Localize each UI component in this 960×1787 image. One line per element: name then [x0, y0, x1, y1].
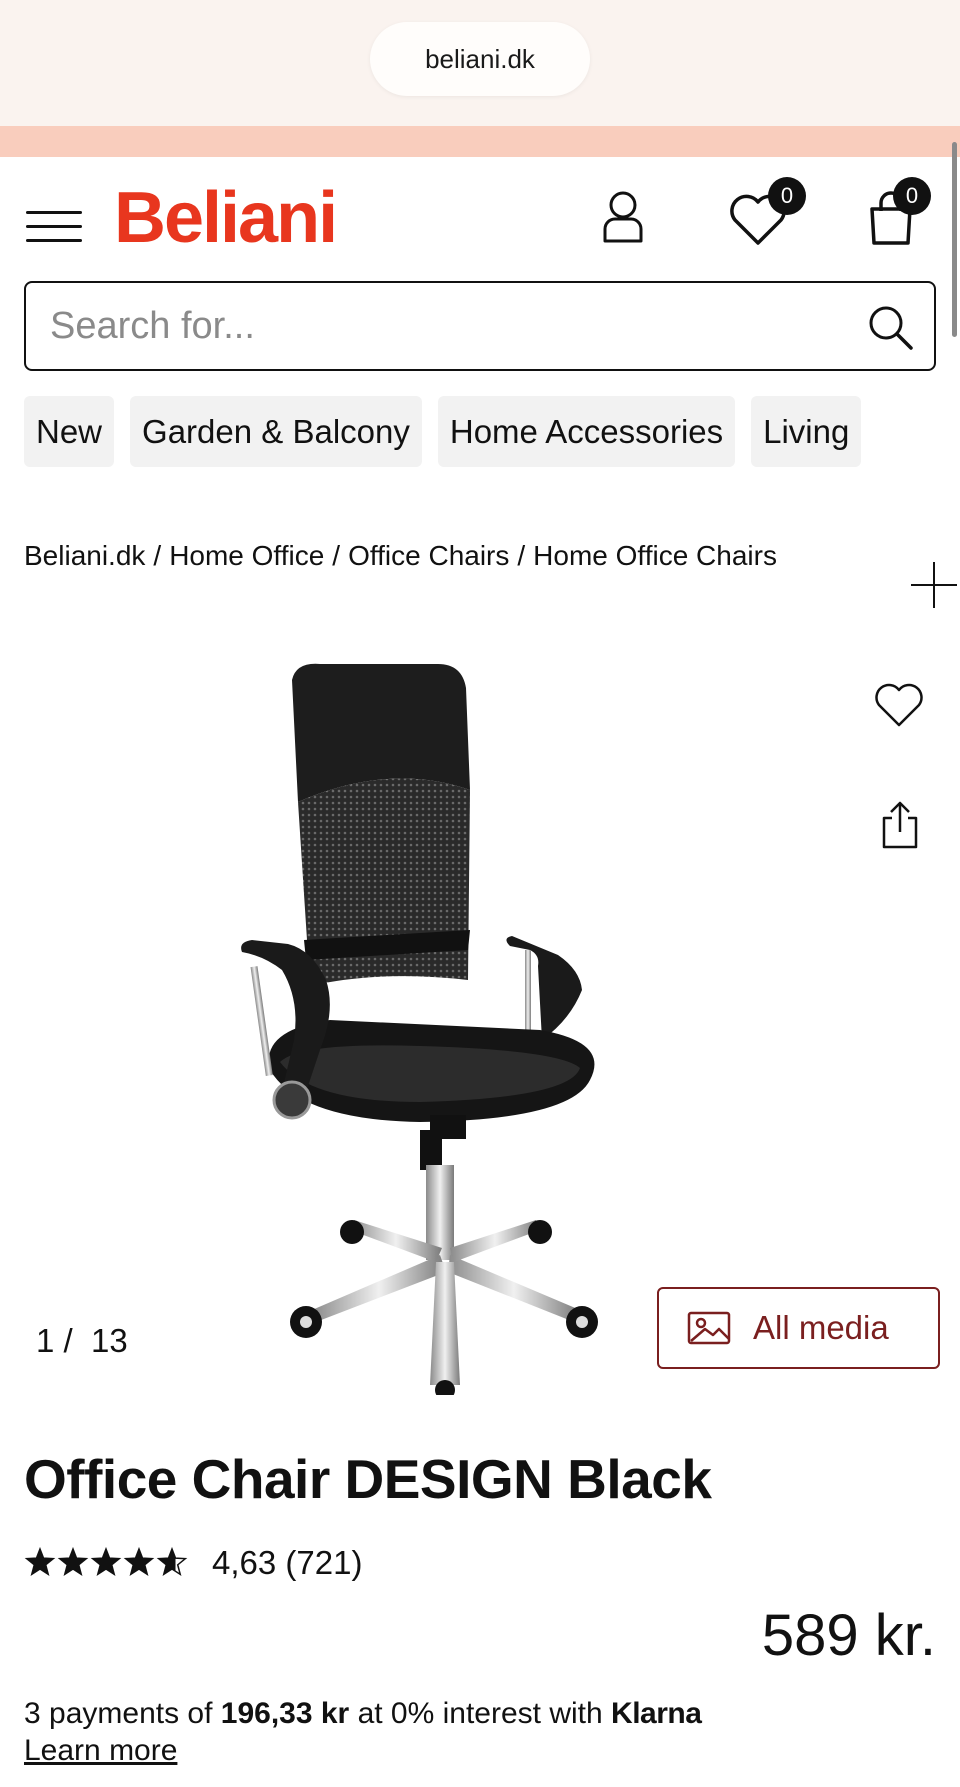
search-input[interactable]: [50, 301, 850, 351]
klarna-amount: 196,33 kr: [220, 1697, 350, 1730]
search-box: [24, 281, 936, 371]
klarna-prefix: 3 payments of: [24, 1697, 221, 1730]
breadcrumb-separator: /: [332, 540, 341, 571]
all-media-button[interactable]: All media: [657, 1287, 940, 1369]
accent-strip: [0, 126, 960, 157]
breadcrumb: Beliani.dk / Home Office / Office Chairs / Hom…: [24, 540, 777, 572]
image-icon: [687, 1311, 731, 1345]
cart-count-badge: 0: [893, 177, 931, 215]
gallery-total: 13: [91, 1322, 128, 1359]
breadcrumb-separator: /: [153, 540, 162, 571]
breadcrumb-separator: /: [517, 540, 526, 571]
gallery-counter: 1 / 13: [36, 1322, 128, 1359]
rating-stars: [24, 1547, 188, 1577]
rating-summary: 4,63 (721): [212, 1544, 362, 1582]
expand-breadcrumb-icon[interactable]: [911, 562, 957, 608]
breadcrumb-item[interactable]: Home Office: [169, 540, 324, 571]
site-header: Beliani 0 0: [0, 157, 960, 282]
klarna-logo: Klarna: [611, 1697, 702, 1730]
url-bar[interactable]: beliani.dk: [370, 22, 590, 96]
category-nav: New Garden & Balcony Home Accessories Livin…: [24, 396, 936, 467]
favorite-icon[interactable]: [874, 682, 924, 728]
klarna-middle: at 0% interest with: [349, 1697, 612, 1730]
account-icon[interactable]: [600, 189, 646, 245]
category-home-accessories[interactable]: Home Accessories: [437, 396, 736, 467]
learn-more-link[interactable]: Learn more: [24, 1734, 177, 1768]
rating-star: [156, 1547, 188, 1577]
share-icon[interactable]: [880, 800, 920, 850]
category-garden-balcony[interactable]: Garden & Balcony: [130, 396, 422, 467]
product-title: Office Chair DESIGN Black: [24, 1448, 712, 1510]
category-living[interactable]: Living: [751, 396, 862, 467]
klarna-installments: 3 payments of 196,33 kr at 0% interest w…: [24, 1697, 702, 1731]
browser-bar: beliani.dk: [0, 0, 960, 126]
product-rating[interactable]: 4,63 (721): [24, 1543, 362, 1583]
category-new[interactable]: New: [24, 396, 115, 467]
product-price: 589 kr.: [761, 1603, 936, 1668]
rating-value: 4,63: [212, 1544, 277, 1581]
beliani-logo[interactable]: Beliani: [114, 177, 338, 259]
rating-count: (721): [285, 1544, 363, 1581]
product-image[interactable]: [240, 650, 720, 1395]
gallery-current: 1: [36, 1322, 55, 1359]
rating-star: [123, 1547, 155, 1577]
breadcrumb-item[interactable]: Home Office Chairs: [533, 540, 777, 571]
search-icon[interactable]: [866, 303, 914, 351]
breadcrumb-item[interactable]: Office Chairs: [348, 540, 509, 571]
menu-icon[interactable]: [26, 205, 82, 247]
rating-star: [90, 1547, 122, 1577]
rating-star: [24, 1547, 56, 1577]
all-media-label: All media: [753, 1309, 889, 1346]
rating-star: [57, 1547, 89, 1577]
breadcrumb-item[interactable]: Beliani.dk: [24, 540, 145, 571]
wishlist-count-badge: 0: [768, 177, 806, 215]
